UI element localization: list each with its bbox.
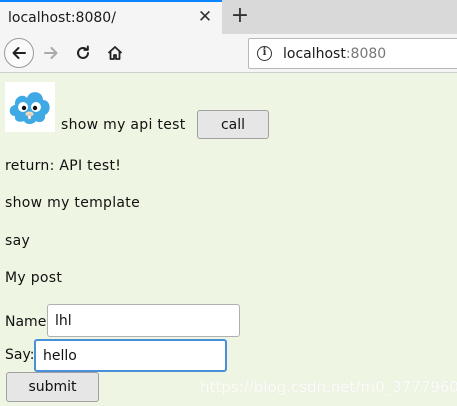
post-heading: My post <box>5 270 63 286</box>
name-label: Name: <box>5 314 52 330</box>
name-field[interactable] <box>47 304 240 337</box>
template-text: show my template <box>5 195 141 211</box>
plus-icon[interactable]: + <box>230 4 250 28</box>
browser-tab[interactable]: localhost:8080/ ✕ <box>0 0 222 34</box>
api-test-text: show my api test <box>61 117 186 133</box>
tab-bar: localhost:8080/ ✕ + <box>0 0 457 34</box>
home-button[interactable] <box>100 38 130 68</box>
reload-button[interactable] <box>68 38 98 68</box>
close-icon[interactable]: ✕ <box>196 7 214 27</box>
home-icon <box>107 46 123 60</box>
call-button[interactable]: call <box>197 110 269 139</box>
url-host: localhost <box>283 46 346 62</box>
say-field[interactable] <box>34 339 227 372</box>
return-text: return: API test! <box>5 158 122 174</box>
back-button[interactable] <box>4 38 34 68</box>
say-label: Say: <box>5 347 35 363</box>
page-content: show my api test call return: API test! … <box>0 74 457 406</box>
tab-title: localhost:8080/ <box>8 10 116 26</box>
cloud-mascot-icon <box>5 82 55 132</box>
forward-button[interactable] <box>36 38 66 68</box>
address-bar[interactable]: i localhost:8080 <box>248 38 457 69</box>
say-text: say <box>5 233 31 249</box>
submit-button[interactable]: submit <box>6 372 99 402</box>
arrow-right-icon <box>44 47 58 59</box>
url-text: localhost:8080 <box>283 46 386 62</box>
navigation-bar: i localhost:8080 <box>0 34 457 73</box>
watermark-text: https://blog.csdn.net/m0_37779608 <box>200 378 457 396</box>
reload-icon <box>77 45 89 59</box>
arrow-left-icon <box>12 47 26 59</box>
url-port: :8080 <box>345 46 387 62</box>
info-icon[interactable]: i <box>257 46 272 61</box>
